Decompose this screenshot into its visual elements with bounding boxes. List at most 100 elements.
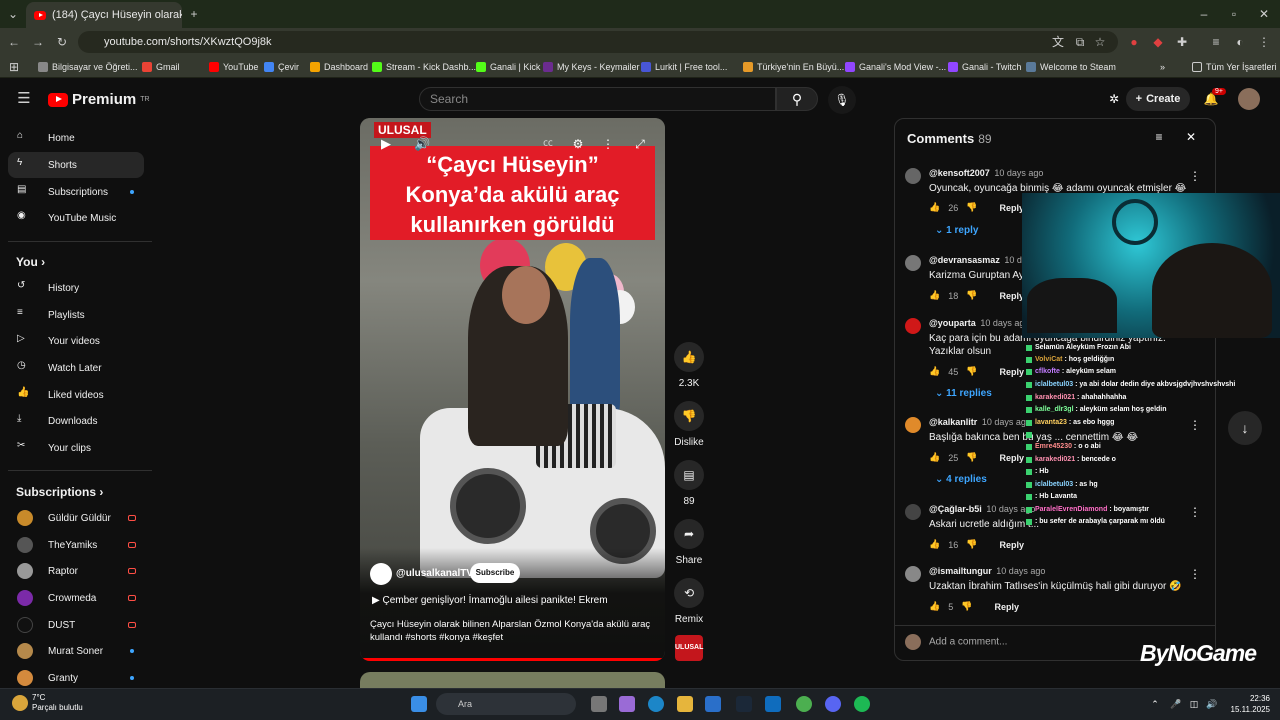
comment-author[interactable]: @kalkanlitr 10 days ago	[929, 417, 1031, 427]
maximize-icon[interactable]: ▫	[1226, 6, 1242, 22]
sidebar-item-your-clips[interactable]: ✂ Your clips	[8, 435, 144, 461]
chrome-icon[interactable]	[796, 696, 812, 712]
browser-tab-active[interactable]: (184) Çaycı Hüseyin olarak bilin ✕	[26, 2, 182, 28]
spotify-icon[interactable]	[854, 696, 870, 712]
dislike-icon[interactable]: 👎	[966, 539, 977, 550]
more-vert-icon[interactable]: ⋮	[1187, 566, 1203, 582]
comments-button[interactable]: ▤ 89	[673, 460, 705, 507]
windows-start-icon[interactable]	[411, 696, 427, 712]
sidebar-item-watch-later[interactable]: ◷ Watch Later	[8, 355, 144, 381]
add-comment-field[interactable]: Add a comment...	[905, 634, 1007, 650]
avatar[interactable]	[1238, 88, 1260, 110]
avatar[interactable]	[905, 566, 921, 582]
bookmark-item[interactable]: Welcome to Steam	[1026, 60, 1116, 74]
channel-avatar[interactable]	[370, 563, 392, 585]
copilot-icon[interactable]	[619, 696, 635, 712]
outlook-icon[interactable]	[765, 696, 781, 712]
subscription-channel[interactable]: Güldür Güldür	[8, 506, 144, 530]
like-button[interactable]: 👍 2.3K	[673, 342, 705, 389]
fullscreen-icon[interactable]: ⤢	[632, 136, 648, 152]
comment-author[interactable]: @Çağlar-b5i 10 days ago	[929, 504, 1035, 514]
bookmark-item[interactable]: Lurkit | Free tool...	[641, 60, 727, 74]
subscription-channel[interactable]: TheYamiks	[8, 533, 144, 557]
comment-author[interactable]: @ismailtungur 10 days ago	[929, 566, 1045, 576]
comment-author[interactable]: @youparta 10 days ago	[929, 318, 1029, 328]
window-close-icon[interactable]: ✕	[1256, 6, 1272, 22]
studio-gear-icon[interactable]: ✲	[1106, 91, 1122, 107]
apps-grid-icon[interactable]: ⊞	[6, 59, 22, 75]
avatar[interactable]	[905, 504, 921, 520]
sidebar-item-shorts[interactable]: ϟ Shorts	[8, 152, 144, 178]
weather-widget[interactable]: 7°C Parçalı bulutlu	[12, 693, 83, 713]
minimize-icon[interactable]: –	[1196, 6, 1212, 22]
forward-icon[interactable]: →	[30, 34, 46, 50]
dislike-icon[interactable]: 👎	[966, 290, 977, 301]
extension-icon-2[interactable]: ◆	[1150, 34, 1166, 50]
sidebar-item-youtube-music[interactable]: ◉ YouTube Music	[8, 205, 144, 231]
scroll-down-button[interactable]: ↓	[1228, 411, 1262, 445]
reply-button[interactable]: Reply	[994, 602, 1019, 612]
bookmark-item[interactable]: YouTube	[209, 60, 258, 74]
next-short-preview[interactable]	[360, 672, 665, 688]
video-progress-bar[interactable]	[360, 658, 665, 661]
more-vert-icon[interactable]: ⋮	[600, 136, 616, 152]
remix-button[interactable]: ⟲ Remix	[673, 578, 705, 625]
view-replies-button[interactable]: ⌄ 1 reply	[935, 225, 978, 236]
like-icon[interactable]: 👍	[929, 202, 940, 213]
taskbar-search[interactable]: Ara	[436, 693, 576, 715]
like-icon[interactable]: 👍	[929, 539, 940, 550]
bookmark-item[interactable]: Ganali | Kick	[476, 60, 540, 74]
captions-icon[interactable]: ㏄	[540, 136, 556, 152]
subscribe-button[interactable]: Subscribe	[470, 563, 520, 583]
avatar[interactable]	[905, 168, 921, 184]
reply-button[interactable]: Reply	[999, 367, 1024, 377]
dislike-icon[interactable]: 👎	[966, 452, 977, 463]
shorts-video-player[interactable]: “Çaycı Hüseyin” Konya’da akülü araç kull…	[360, 118, 665, 661]
clock[interactable]: 22:36 15.11.2025	[1226, 693, 1270, 715]
close-icon[interactable]: ✕	[1183, 129, 1199, 145]
address-bar[interactable]: youtube.com/shorts/XKwztQO9j8k	[78, 31, 1118, 53]
bookmark-item[interactable]: Dashboard	[310, 60, 368, 74]
bookmark-item[interactable]: Türkiye'nin En Büyü...	[743, 60, 844, 74]
you-section-title[interactable]: You ›	[16, 255, 45, 269]
share-button[interactable]: ➦ Share	[673, 519, 705, 566]
steam-icon[interactable]	[736, 696, 752, 712]
speaker-icon[interactable]: 🔊	[1204, 696, 1220, 712]
profile-icon[interactable]: ◐	[1232, 34, 1248, 50]
search-input[interactable]: Search	[419, 87, 776, 111]
sort-icon[interactable]: ≡	[1151, 129, 1167, 145]
sound-source-thumbnail[interactable]: ULUSAL	[675, 635, 703, 661]
volume-icon[interactable]: 🔊	[414, 136, 430, 152]
settings-gear-icon[interactable]: ⚙	[570, 136, 586, 152]
extension-icon[interactable]: ●	[1126, 34, 1142, 50]
sidebar-item-playlists[interactable]: ≡ Playlists	[8, 302, 144, 328]
channel-name[interactable]: @ulusalkanalTV	[396, 568, 473, 579]
avatar[interactable]	[905, 417, 921, 433]
bookmark-item[interactable]: Stream - Kick Dashb...	[372, 60, 476, 74]
install-icon[interactable]: ⧉	[1072, 34, 1088, 50]
bookmark-star-icon[interactable]: ☆	[1092, 34, 1108, 50]
media-control-icon[interactable]: ≡	[1208, 34, 1224, 50]
bookmark-item[interactable]: Çevir	[264, 60, 299, 74]
sidebar-item-subscriptions[interactable]: ▤ Subscriptions	[8, 179, 144, 205]
like-icon[interactable]: 👍	[929, 452, 940, 463]
menu-hamburger-icon[interactable]: ☰	[16, 91, 32, 107]
youtube-logo[interactable]: Premium TR	[48, 91, 150, 108]
subscription-channel[interactable]: Granty	[8, 666, 144, 690]
search-button[interactable]: ⚲	[776, 87, 818, 111]
reply-button[interactable]: Reply	[999, 453, 1024, 463]
discord-icon[interactable]	[825, 696, 841, 712]
subscription-channel[interactable]: Raptor	[8, 559, 144, 583]
network-icon[interactable]: ◫	[1186, 696, 1202, 712]
more-vert-icon[interactable]: ⋮	[1187, 168, 1203, 184]
sidebar-item-liked-videos[interactable]: 👍 Liked videos	[8, 382, 144, 408]
more-bookmarks-icon[interactable]: »	[1160, 60, 1165, 74]
sidebar-item-home[interactable]: ⌂ Home	[8, 125, 144, 151]
file-explorer-icon[interactable]	[677, 696, 693, 712]
back-icon[interactable]: ←	[6, 34, 22, 50]
subscription-channel[interactable]: DUST	[8, 613, 144, 637]
bookmark-item[interactable]: My Keys - Keymailer	[543, 60, 640, 74]
reply-button[interactable]: Reply	[999, 291, 1024, 301]
dislike-icon[interactable]: 👎	[966, 202, 977, 213]
voice-search-button[interactable]: 🎙	[828, 86, 856, 114]
